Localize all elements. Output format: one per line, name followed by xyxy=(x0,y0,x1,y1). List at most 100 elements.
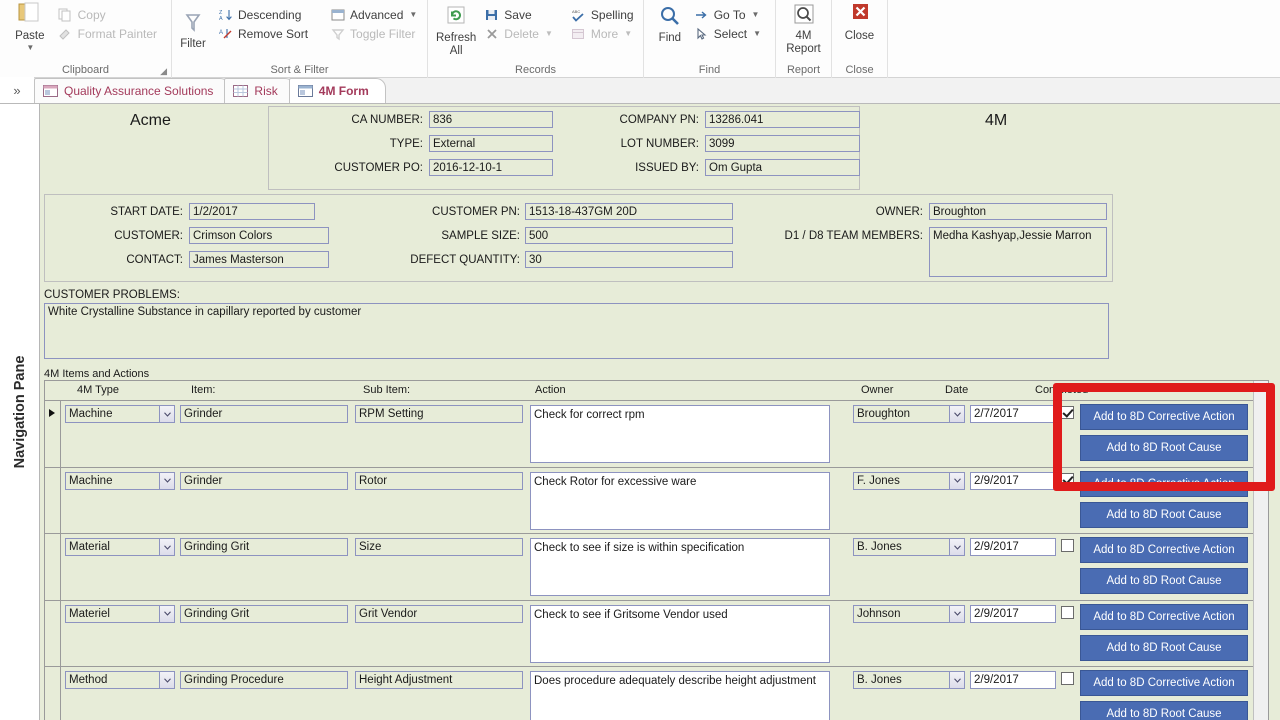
sub-item-field[interactable]: Size xyxy=(355,538,523,556)
clipboard-dialog-launcher[interactable]: ◢ xyxy=(160,66,167,77)
issued-by-field[interactable]: Om Gupta xyxy=(705,159,860,176)
lot-number-field[interactable]: 3099 xyxy=(705,135,860,152)
item-field[interactable]: Grinding Procedure xyxy=(180,671,348,689)
add-to-8d-root-cause-button[interactable]: Add to 8D Root Cause xyxy=(1080,435,1248,461)
grid-vertical-scrollbar[interactable] xyxy=(1253,381,1268,720)
column-header-owner[interactable]: Owner xyxy=(861,384,893,396)
customer-problems-field[interactable]: White Crystalline Substance in capillary… xyxy=(44,303,1109,359)
paste-button[interactable]: Paste ▼ xyxy=(8,0,52,52)
row-selector[interactable] xyxy=(45,667,61,720)
navigation-pane-expand-icon[interactable]: » xyxy=(0,77,34,103)
completed-checkbox[interactable] xyxy=(1061,473,1074,486)
start-date-field[interactable]: 1/2/2017 xyxy=(189,203,315,220)
row-selector[interactable] xyxy=(45,468,61,534)
sub-item-field[interactable]: RPM Setting xyxy=(355,405,523,423)
row-selector[interactable] xyxy=(45,534,61,600)
date-field[interactable]: 2/7/2017 xyxy=(970,405,1056,423)
column-header-sub-item[interactable]: Sub Item: xyxy=(363,384,410,396)
chevron-down-icon[interactable] xyxy=(949,606,964,622)
chevron-down-icon[interactable] xyxy=(159,672,174,688)
add-to-8d-root-cause-button[interactable]: Add to 8D Root Cause xyxy=(1080,568,1248,594)
more-caret[interactable]: ▼ xyxy=(624,29,632,38)
completed-checkbox[interactable] xyxy=(1061,672,1074,685)
4m-report-button[interactable]: 4M Report xyxy=(784,0,823,56)
contact-field[interactable]: James Masterson xyxy=(189,251,329,268)
copy-button[interactable]: Copy xyxy=(54,5,161,24)
remove-sort-button[interactable]: A Remove Sort xyxy=(214,24,312,43)
column-header-item[interactable]: Item: xyxy=(191,384,215,396)
add-to-8d-root-cause-button[interactable]: Add to 8D Root Cause xyxy=(1080,502,1248,528)
owner-field[interactable]: Broughton xyxy=(929,203,1107,220)
action-field[interactable]: Check to see if Gritsome Vendor used xyxy=(530,605,830,663)
owner-combo[interactable]: B. Jones xyxy=(853,671,965,689)
chevron-down-icon[interactable] xyxy=(159,539,174,555)
4m-type-combo[interactable]: Method xyxy=(65,671,175,689)
completed-checkbox[interactable] xyxy=(1061,606,1074,619)
advanced-filter-caret[interactable]: ▼ xyxy=(409,10,417,19)
item-field[interactable]: Grinding Grit xyxy=(180,605,348,623)
4m-type-combo[interactable]: Machine xyxy=(65,472,175,490)
sort-descending-button[interactable]: ZA Descending xyxy=(214,5,312,24)
ca-number-field[interactable]: 836 xyxy=(429,111,553,128)
date-field[interactable]: 2/9/2017 xyxy=(970,605,1056,623)
chevron-down-icon[interactable] xyxy=(949,539,964,555)
table-row[interactable]: Machine Grinder Rotor Check Rotor for ex… xyxy=(45,468,1268,535)
completed-checkbox[interactable] xyxy=(1061,406,1074,419)
date-field[interactable]: 2/9/2017 xyxy=(970,671,1056,689)
filter-button[interactable]: Filter xyxy=(180,6,206,51)
row-selector[interactable] xyxy=(45,401,61,467)
table-row[interactable]: Machine Grinder RPM Setting Check for co… xyxy=(45,401,1268,468)
type-field[interactable]: External xyxy=(429,135,553,152)
action-field[interactable]: Check Rotor for excessive ware xyxy=(530,472,830,530)
add-to-8d-root-cause-button[interactable]: Add to 8D Root Cause xyxy=(1080,635,1248,661)
row-selector[interactable] xyxy=(45,601,61,667)
4m-type-combo[interactable]: Materiel xyxy=(65,605,175,623)
go-to-caret[interactable]: ▼ xyxy=(752,10,760,19)
column-header-action[interactable]: Action xyxy=(535,384,566,396)
add-to-8d-root-cause-button[interactable]: Add to 8D Root Cause xyxy=(1080,701,1248,720)
add-to-8d-corrective-action-button[interactable]: Add to 8D Corrective Action xyxy=(1080,404,1248,430)
item-field[interactable]: Grinder xyxy=(180,472,348,490)
defect-quantity-field[interactable]: 30 xyxy=(525,251,733,268)
more-button[interactable]: More ▼ xyxy=(567,24,638,43)
format-painter-button[interactable]: Format Painter xyxy=(54,24,161,43)
column-header-date[interactable]: Date xyxy=(945,384,968,396)
toggle-filter-button[interactable]: Toggle Filter xyxy=(326,24,421,43)
add-to-8d-corrective-action-button[interactable]: Add to 8D Corrective Action xyxy=(1080,537,1248,563)
spelling-button[interactable]: ABC Spelling xyxy=(567,5,638,24)
owner-combo[interactable]: Johnson xyxy=(853,605,965,623)
customer-field[interactable]: Crimson Colors xyxy=(189,227,329,244)
4m-type-combo[interactable]: Machine xyxy=(65,405,175,423)
chevron-down-icon[interactable] xyxy=(949,473,964,489)
advanced-filter-button[interactable]: Advanced ▼ xyxy=(326,5,421,24)
delete-caret[interactable]: ▼ xyxy=(545,29,553,38)
table-row[interactable]: Material Grinding Grit Size Check to see… xyxy=(45,534,1268,601)
sub-item-field[interactable]: Grit Vendor xyxy=(355,605,523,623)
customer-po-field[interactable]: 2016-12-10-1 xyxy=(429,159,553,176)
action-field[interactable]: Does procedure adequately describe heigh… xyxy=(530,671,830,720)
refresh-all-button[interactable]: Refresh All xyxy=(436,0,476,58)
navigation-pane[interactable]: Navigation Pane xyxy=(0,104,40,720)
item-field[interactable]: Grinder xyxy=(180,405,348,423)
4m-type-combo[interactable]: Material xyxy=(65,538,175,556)
chevron-down-icon[interactable] xyxy=(949,406,964,422)
action-field[interactable]: Check for correct rpm xyxy=(530,405,830,463)
find-button[interactable]: Find xyxy=(652,0,688,45)
tab-quality-assurance-solutions[interactable]: Quality Assurance Solutions xyxy=(34,78,230,103)
sub-item-field[interactable]: Height Adjustment xyxy=(355,671,523,689)
sample-size-field[interactable]: 500 xyxy=(525,227,733,244)
column-header-4m-type[interactable]: 4M Type xyxy=(77,384,119,396)
owner-combo[interactable]: Broughton xyxy=(853,405,965,423)
chevron-down-icon[interactable] xyxy=(949,672,964,688)
table-row[interactable]: Materiel Grinding Grit Grit Vendor Check… xyxy=(45,601,1268,668)
chevron-down-icon[interactable] xyxy=(159,606,174,622)
add-to-8d-corrective-action-button[interactable]: Add to 8D Corrective Action xyxy=(1080,471,1248,497)
select-button[interactable]: Select ▼ xyxy=(690,24,765,43)
date-field[interactable]: 2/9/2017 xyxy=(970,538,1056,556)
close-button[interactable]: Close xyxy=(840,0,879,43)
team-members-field[interactable]: Medha Kashyap,Jessie Marron xyxy=(929,227,1107,277)
tab-risk[interactable]: Risk xyxy=(224,78,294,103)
completed-checkbox[interactable] xyxy=(1061,539,1074,552)
add-to-8d-corrective-action-button[interactable]: Add to 8D Corrective Action xyxy=(1080,670,1248,696)
chevron-down-icon[interactable] xyxy=(159,406,174,422)
